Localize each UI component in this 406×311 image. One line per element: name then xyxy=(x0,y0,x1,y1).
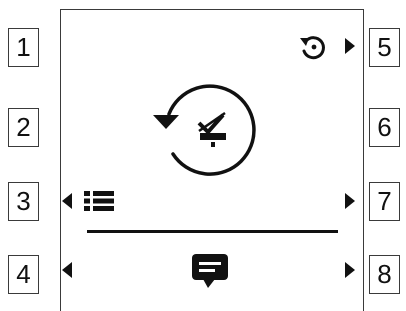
list-icon[interactable] xyxy=(84,191,114,211)
softkey-3[interactable]: 3 xyxy=(8,182,39,221)
softkey-4[interactable]: 4 xyxy=(8,255,39,294)
softkey-8[interactable]: 8 xyxy=(369,255,400,294)
check-mark-no-icon xyxy=(195,111,231,151)
arrow-right-icon[interactable] xyxy=(344,38,356,54)
softkey-5[interactable]: 5 xyxy=(369,28,400,67)
arrow-left-icon[interactable] xyxy=(61,193,73,209)
arrow-right-icon[interactable] xyxy=(344,193,356,209)
softkey-1[interactable]: 1 xyxy=(8,28,39,67)
softkey-2[interactable]: 2 xyxy=(8,108,39,147)
message-icon[interactable] xyxy=(191,253,229,289)
arrow-left-icon[interactable] xyxy=(61,262,73,278)
arrow-right-icon[interactable] xyxy=(344,262,356,278)
softkey-7[interactable]: 7 xyxy=(369,182,400,221)
divider xyxy=(87,230,338,233)
control-panel: 1 2 3 4 5 6 7 8 xyxy=(0,0,406,311)
softkey-6[interactable]: 6 xyxy=(369,108,400,147)
rotate-back-icon[interactable] xyxy=(298,33,328,61)
